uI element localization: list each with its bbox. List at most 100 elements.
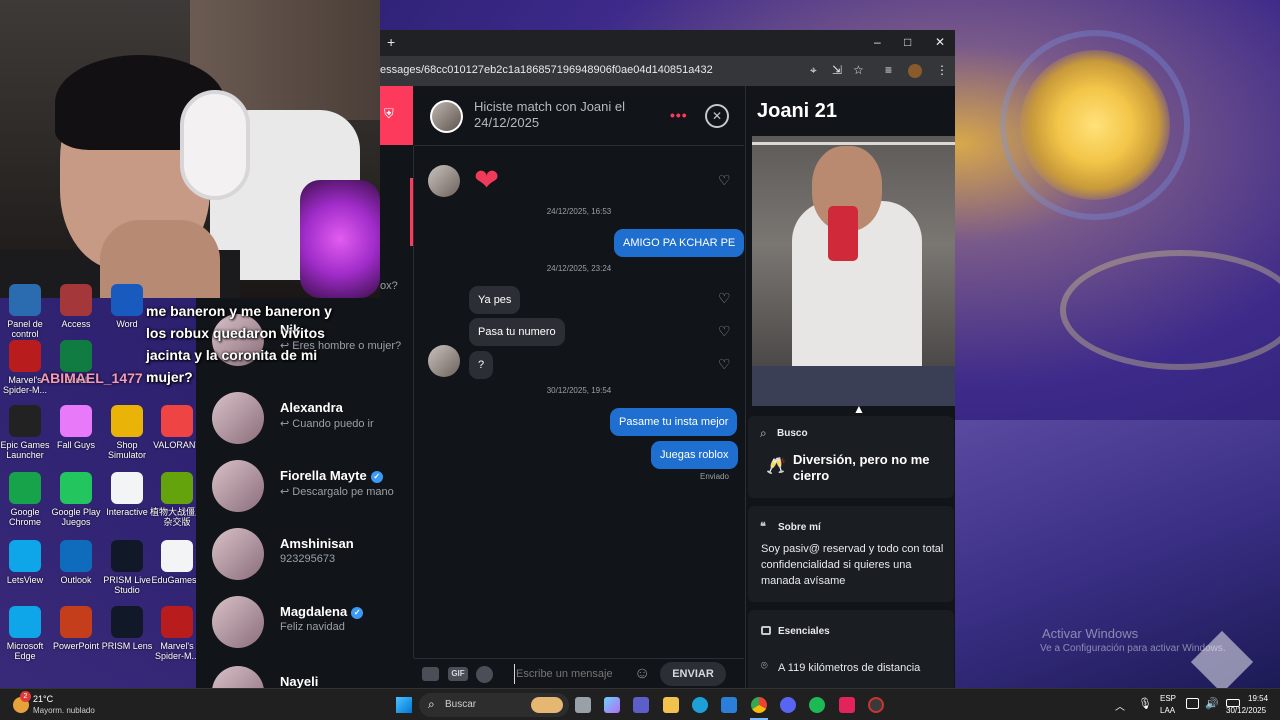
app-icon: [60, 340, 92, 372]
conversation-name: Nayeli: [280, 674, 318, 689]
message-out[interactable]: Pasame tu insta mejor: [610, 408, 738, 436]
cam-microphone: [300, 180, 380, 298]
network-icon[interactable]: [1186, 698, 1199, 709]
taskbar: 2 21°C Mayorm. nublado ⌕ Buscar ︿ 🎙 ESP …: [0, 688, 1280, 720]
conversation-item[interactable]: Fiorella Mayte ✓ ↩ Descargalo pe mano: [196, 452, 414, 520]
message-in[interactable]: Pasa tu numero: [469, 318, 565, 346]
browser-menu-icon[interactable]: ⋮: [936, 63, 948, 77]
clock-date[interactable]: 30/12/2025: [1226, 706, 1266, 715]
timestamp: 30/12/2025, 19:54: [546, 386, 612, 395]
conversation-item[interactable]: Magdalena ✓ Feliz navidad: [196, 588, 414, 656]
sender-avatar: [428, 165, 460, 197]
like-heart-icon[interactable]: ♡: [718, 172, 731, 189]
weather-desc[interactable]: Mayorm. nublado: [33, 706, 95, 715]
champagne-icon: 🥂: [766, 458, 786, 475]
app-icon: [60, 472, 92, 504]
microphone-icon[interactable]: 🎙: [1138, 697, 1152, 710]
media-control-icon[interactable]: ≡: [885, 63, 892, 77]
app-icon: [111, 472, 143, 504]
conversation-name-text: Amshinisan: [280, 536, 354, 551]
language-bottom[interactable]: LAA: [1160, 706, 1175, 715]
app-icon: [60, 405, 92, 437]
conversation-preview: 923295673: [280, 553, 336, 565]
conversation-item[interactable]: Alexandra ↩ Cuando puedo ir: [196, 384, 414, 452]
clock-time[interactable]: 19:54: [1248, 694, 1268, 703]
spotify-icon[interactable]: [476, 666, 493, 683]
like-heart-icon[interactable]: ♡: [718, 290, 731, 307]
teams-icon[interactable]: [633, 697, 649, 713]
copilot-icon[interactable]: [604, 697, 620, 713]
weather-temp[interactable]: 21°C: [33, 694, 53, 704]
avatar: [212, 460, 264, 512]
conversation-preview: ↩ Descargalo pe mano: [280, 486, 394, 498]
address-bar[interactable]: essages/68cc010127eb2c1a186857196948906f…: [380, 56, 955, 86]
more-options-button[interactable]: •••: [670, 107, 688, 123]
profile-name-age: Joani 21: [757, 100, 838, 122]
gif-button[interactable]: GIF: [448, 667, 468, 681]
search-placeholder: Buscar: [445, 699, 477, 710]
message-in[interactable]: Ya pes: [469, 286, 521, 314]
message-out[interactable]: AMIGO PA KCHAR PE: [614, 229, 745, 257]
app-icon: [111, 284, 143, 316]
language-top[interactable]: ESP: [1160, 694, 1176, 703]
message-input[interactable]: [514, 664, 634, 684]
edge-icon[interactable]: [692, 697, 708, 713]
store-icon[interactable]: [721, 697, 737, 713]
like-heart-icon[interactable]: ♡: [718, 356, 731, 373]
task-view-icon[interactable]: [575, 697, 591, 713]
volume-icon[interactable]: 🔊: [1205, 697, 1219, 710]
close-chat-button[interactable]: ✕: [705, 104, 729, 128]
distance-text: A 119 kilómetros de distancia: [778, 662, 921, 674]
chat-header: Hiciste match con Joani el 24/12/2025 ••…: [414, 86, 744, 146]
search-icon: ⌕: [760, 426, 767, 440]
conversation-name: Amshinisan: [280, 536, 354, 551]
sticker-icon[interactable]: [422, 667, 439, 681]
app-icon: [60, 284, 92, 316]
about-text: Soy pasiv@ reservad y todo con total con…: [761, 543, 944, 587]
discord-icon[interactable]: [780, 697, 796, 713]
app-icon: [111, 540, 143, 572]
cam-headset: [180, 90, 250, 200]
shield-icon[interactable]: ⛨: [384, 106, 394, 122]
maximize-button[interactable]: □: [904, 35, 911, 49]
heart-message[interactable]: ❤: [474, 163, 499, 198]
tiktok-icon[interactable]: [839, 697, 855, 713]
start-windows-icon[interactable]: [396, 697, 412, 713]
obs-icon[interactable]: [868, 697, 884, 713]
conversation-item[interactable]: Amshinisan 923295673: [196, 520, 414, 588]
conversation-preview: Feliz navidad: [280, 621, 345, 633]
match-avatar[interactable]: [430, 100, 463, 133]
looking-for-value: Diversión, pero no me cierro: [793, 452, 930, 483]
like-heart-icon[interactable]: ♡: [718, 323, 731, 340]
sender-avatar: [428, 345, 460, 377]
message-out[interactable]: Juegas roblox: [651, 441, 738, 469]
install-app-icon[interactable]: ⇲: [832, 63, 842, 77]
spotify-icon[interactable]: [809, 697, 825, 713]
new-tab-button[interactable]: +: [387, 34, 395, 50]
send-button[interactable]: ENVIAR: [660, 662, 726, 686]
profile-avatar-icon[interactable]: [908, 64, 922, 78]
close-window-button[interactable]: ✕: [935, 35, 945, 49]
file-explorer-icon[interactable]: [663, 697, 679, 713]
conversation-name-text: Alexandra: [280, 400, 343, 415]
sent-status: Enviado: [700, 472, 729, 481]
emoji-icon[interactable]: ☺: [634, 665, 650, 683]
looking-for-label: Busco: [777, 428, 808, 439]
match-header-text: Hiciste match con Joani el 24/12/2025: [474, 99, 626, 130]
app-icon: [9, 472, 41, 504]
conversation-name: Fiorella Mayte ✓: [280, 468, 383, 483]
profile-photo[interactable]: [752, 136, 955, 406]
bookmark-star-icon[interactable]: ☆: [853, 63, 864, 77]
url-text[interactable]: essages/68cc010127eb2c1a186857196948906f…: [380, 64, 713, 76]
location-icon[interactable]: ⌖: [810, 63, 817, 78]
taskbar-search[interactable]: ⌕ Buscar: [419, 693, 569, 717]
minimize-button[interactable]: –: [874, 35, 881, 49]
verified-badge-icon: ✓: [351, 606, 364, 619]
chrome-icon[interactable]: [751, 697, 767, 713]
chevron-up-icon[interactable]: ︿: [1115, 698, 1125, 713]
overlay-username: ABIMAEL_1477: [40, 370, 143, 386]
message-in[interactable]: ?: [469, 351, 494, 379]
conversation-name: Alexandra: [280, 400, 343, 415]
app-icon: [161, 606, 193, 638]
conversation-preview: ↩ Cuando puedo ir: [280, 418, 374, 430]
